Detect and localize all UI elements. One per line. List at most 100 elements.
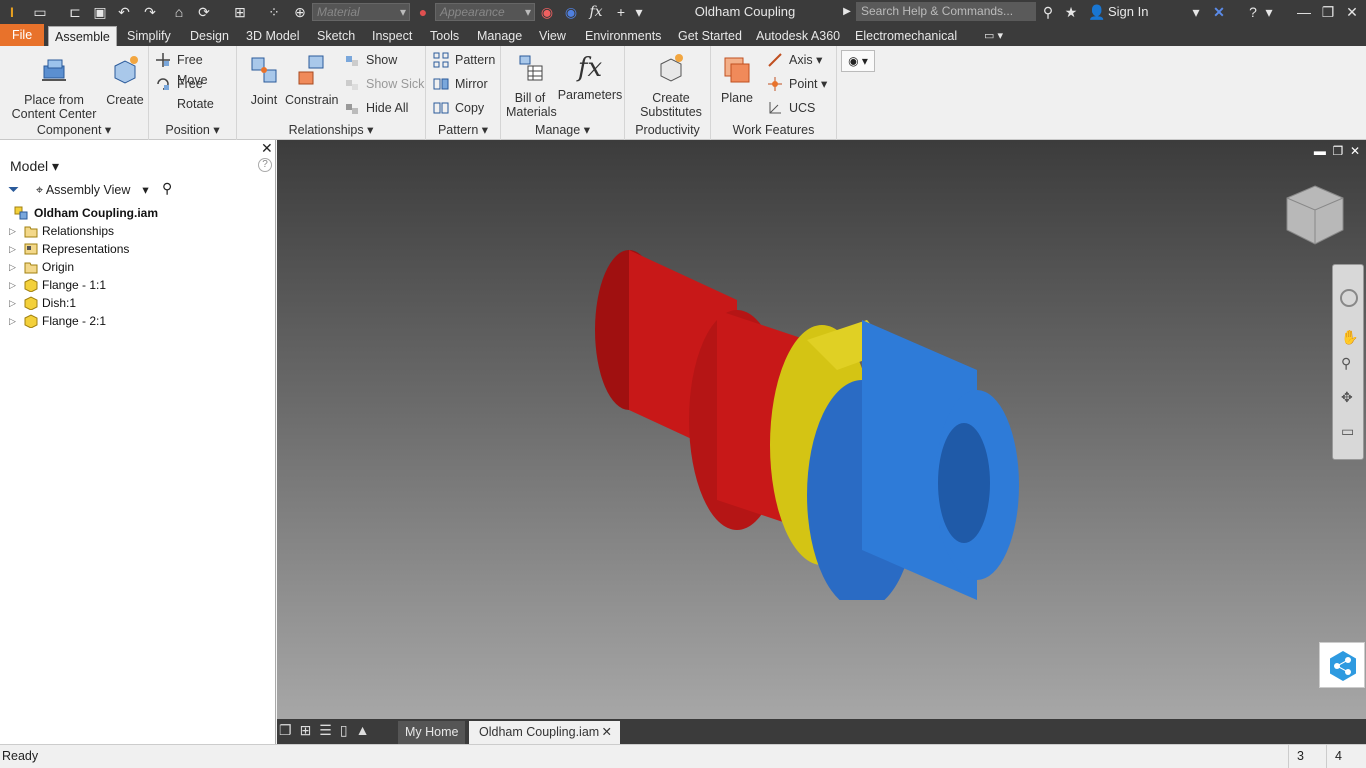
expand-icon[interactable]: ▷ bbox=[9, 276, 16, 294]
restore-icon[interactable]: ❐ bbox=[1320, 3, 1336, 21]
fx-icon[interactable]: fx bbox=[588, 3, 604, 21]
more-icon[interactable]: ▾ bbox=[633, 3, 645, 21]
point-button[interactable]: Point ▾ bbox=[767, 74, 827, 94]
bill-of-materials-button[interactable]: Bill of Materials bbox=[506, 52, 557, 119]
document-tab-active[interactable]: Oldham Coupling.iam ✕ bbox=[469, 721, 620, 744]
copy-button[interactable]: Copy bbox=[433, 98, 484, 118]
free-rotate-button[interactable]: Free Rotate bbox=[155, 74, 236, 111]
place-from-content-center-button[interactable]: Place from Content Center bbox=[8, 54, 100, 121]
tree-node[interactable]: ▷ Flange - 1:1 bbox=[0, 276, 270, 294]
user-icon[interactable]: 👤 bbox=[1088, 3, 1105, 21]
browser-help-icon[interactable]: ? bbox=[258, 158, 272, 172]
zoom-icon[interactable]: ⚲ bbox=[1341, 355, 1351, 372]
search-input[interactable]: Search Help & Commands... bbox=[856, 2, 1036, 21]
tab-file[interactable]: File bbox=[0, 24, 45, 46]
viewport-minimize-icon[interactable]: ▬ bbox=[1314, 144, 1326, 158]
tab-sketch[interactable]: Sketch bbox=[311, 26, 361, 46]
minimize-icon[interactable]: — bbox=[1296, 3, 1312, 21]
sign-in-link[interactable]: Sign In bbox=[1108, 4, 1148, 19]
plus-icon[interactable]: + bbox=[613, 3, 629, 21]
ribbon-options-icon[interactable]: ▭ ▾ bbox=[978, 26, 1009, 46]
tab-autodesk-a360[interactable]: Autodesk A360 bbox=[750, 26, 846, 46]
tile-vertical-icon[interactable]: ▯ bbox=[340, 722, 356, 738]
position-panel-label[interactable]: Position ▾ bbox=[149, 122, 236, 137]
adjust-icon[interactable]: ◉ bbox=[539, 3, 555, 21]
filter-icon[interactable]: ⏷ bbox=[8, 181, 19, 198]
measure-icon[interactable]: ⁘ bbox=[266, 3, 282, 21]
manage-panel-label[interactable]: Manage ▾ bbox=[501, 122, 624, 137]
orbit-icon[interactable]: ✥ bbox=[1341, 389, 1353, 406]
tab-electromechanical[interactable]: Electromechanical bbox=[849, 26, 963, 46]
appearance-select[interactable]: Appearance bbox=[435, 3, 535, 21]
relationships-panel-label[interactable]: Relationships ▾ bbox=[237, 122, 425, 137]
tab-design[interactable]: Design bbox=[184, 26, 235, 46]
tab-tools[interactable]: Tools bbox=[424, 26, 465, 46]
tree-node[interactable]: ▷ Dish:1 bbox=[0, 294, 270, 312]
graphics-viewport[interactable]: ▬ ❐ ✕ ✋ ⚲ ✥ ▭ bbox=[277, 140, 1366, 719]
look-at-icon[interactable]: ▭ bbox=[1341, 423, 1354, 440]
my-home-tab[interactable]: My Home bbox=[398, 721, 466, 744]
tab-get-started[interactable]: Get Started bbox=[672, 26, 748, 46]
save-icon[interactable]: ▣ bbox=[92, 3, 108, 21]
parameters-button[interactable]: fx Parameters bbox=[557, 52, 623, 102]
material-select[interactable]: Material bbox=[312, 3, 410, 21]
cascade-icon[interactable]: ❐ bbox=[279, 722, 300, 738]
show-button[interactable]: Show bbox=[344, 50, 397, 70]
help-icon[interactable]: ? bbox=[1244, 3, 1262, 21]
tab-manage[interactable]: Manage bbox=[471, 26, 528, 46]
search-binoculars-icon[interactable]: ⚲ bbox=[1040, 3, 1056, 21]
undo-icon[interactable]: ↶ bbox=[116, 3, 132, 21]
pattern-panel-label[interactable]: Pattern ▾ bbox=[426, 122, 500, 137]
pattern-button[interactable]: Pattern bbox=[433, 50, 495, 70]
expand-icon[interactable]: ▷ bbox=[9, 240, 16, 258]
tree-root[interactable]: Oldham Coupling.iam bbox=[0, 204, 270, 222]
axis-button[interactable]: Axis ▾ bbox=[767, 50, 822, 70]
viewport-restore-icon[interactable]: ❐ bbox=[1333, 144, 1344, 158]
tree-node[interactable]: ▷ Origin bbox=[0, 258, 270, 276]
plane-button[interactable]: Plane bbox=[717, 52, 757, 105]
select-icon[interactable]: ⊞ bbox=[232, 3, 248, 21]
tab-3d-model[interactable]: 3D Model bbox=[240, 26, 306, 46]
ucs-button[interactable]: UCS bbox=[767, 98, 815, 118]
create-substitutes-button[interactable]: Create Substitutes bbox=[631, 52, 711, 119]
favorites-icon[interactable]: ★ bbox=[1063, 3, 1079, 21]
browser-title[interactable]: Model ▾ bbox=[10, 158, 59, 175]
help-dropdown-icon[interactable]: ▾ bbox=[1264, 3, 1274, 21]
expand-icon[interactable]: ▷ bbox=[9, 312, 16, 330]
customize-ribbon-button[interactable]: ◉ ▾ bbox=[841, 50, 875, 72]
tab-environments[interactable]: Environments bbox=[579, 26, 667, 46]
close-icon[interactable]: ✕ bbox=[1344, 3, 1360, 21]
constrain-button[interactable]: Constrain bbox=[285, 54, 339, 107]
component-panel-label[interactable]: Component ▾ bbox=[0, 122, 148, 137]
account-dropdown-icon[interactable]: ▾ bbox=[1190, 3, 1202, 21]
pan-icon[interactable]: ✋ bbox=[1341, 329, 1358, 346]
arrange-icon[interactable]: ⊞ bbox=[300, 722, 320, 738]
expand-icon[interactable]: ▷ bbox=[9, 222, 16, 240]
update-icon[interactable]: ⟳ bbox=[196, 3, 212, 21]
view-cube-icon[interactable] bbox=[1285, 184, 1345, 248]
tab-simplify[interactable]: Simplify bbox=[121, 26, 177, 46]
exchange-icon[interactable]: ✕ bbox=[1210, 3, 1228, 21]
globe-icon[interactable]: ⊕ bbox=[292, 3, 308, 21]
expand-icon[interactable]: ▷ bbox=[9, 258, 16, 276]
tree-node[interactable]: ▷ Flange - 2:1 bbox=[0, 312, 270, 330]
expand-icon[interactable]: ▷ bbox=[9, 294, 16, 312]
create-component-button[interactable]: Create bbox=[104, 54, 146, 107]
home-icon[interactable]: ⌂ bbox=[171, 3, 187, 21]
hide-all-button[interactable]: Hide All bbox=[344, 98, 408, 118]
clear-override-icon[interactable]: ◉ bbox=[563, 3, 579, 21]
browser-close-icon[interactable]: ✕ bbox=[261, 140, 273, 157]
document-tab-close-icon[interactable]: ✕ bbox=[602, 721, 612, 744]
tab-assemble[interactable]: Assemble bbox=[48, 26, 117, 46]
show-sick-button[interactable]: Show Sick bbox=[344, 74, 424, 94]
tab-view[interactable]: View bbox=[533, 26, 572, 46]
free-move-button[interactable]: Free Move bbox=[155, 50, 236, 87]
redo-icon[interactable]: ↷ bbox=[142, 3, 158, 21]
viewport-close-icon[interactable]: ✕ bbox=[1350, 144, 1360, 158]
joint-button[interactable]: Joint bbox=[243, 54, 285, 107]
tab-list-icon[interactable]: ▲ bbox=[356, 722, 378, 738]
find-binoculars-icon[interactable]: ⚲ bbox=[162, 180, 172, 197]
tile-horizontal-icon[interactable]: ☰ bbox=[319, 722, 340, 738]
assembly-view-dropdown[interactable]: ⌖ Assembly View ▾ bbox=[36, 182, 149, 198]
open-icon[interactable]: ⊏ bbox=[66, 3, 84, 21]
